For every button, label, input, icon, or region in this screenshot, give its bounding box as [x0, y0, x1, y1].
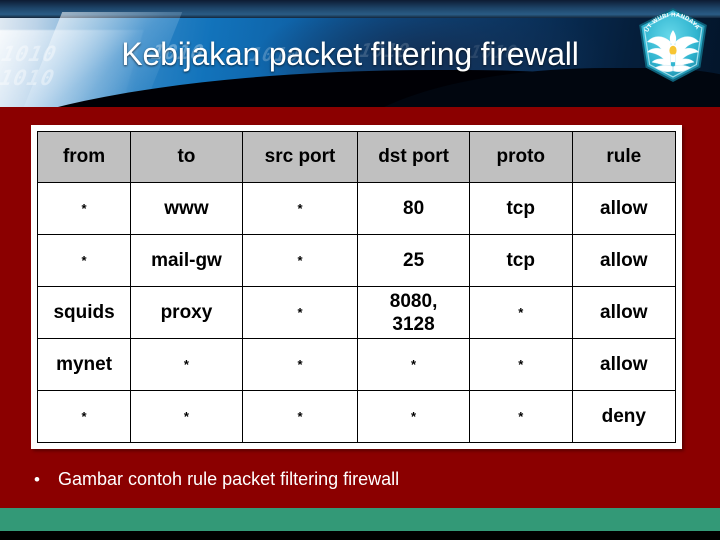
cell-rule: allow	[571, 234, 677, 287]
cell-from: *	[36, 182, 132, 235]
cell-src-port: *	[241, 234, 359, 287]
cell-proto: *	[468, 286, 573, 339]
table-row: mynet * * * * allow	[36, 338, 677, 391]
firewall-rules-table: from to src port dst port proto rule * w…	[36, 131, 677, 443]
table-header-row: from to src port dst port proto rule	[36, 131, 677, 183]
cell-dst-port: 80	[357, 182, 470, 235]
cell-src-port: *	[241, 390, 359, 443]
bullet-marker: •	[34, 470, 40, 489]
table-row: * mail-gw * 25 tcp allow	[36, 234, 677, 287]
column-header-to: to	[130, 131, 243, 183]
presentation-slide: 1010 1010 1010 1010 1010 1010 Kebijakan …	[0, 0, 720, 540]
cell-rule: allow	[571, 182, 677, 235]
column-header-proto: proto	[468, 131, 573, 183]
bullet-label: Gambar contoh rule packet filtering fire…	[58, 469, 400, 489]
table-row: * www * 80 tcp allow	[36, 182, 677, 235]
cell-dst-port: 8080, 3128	[357, 286, 470, 339]
cell-src-port: *	[241, 338, 359, 391]
cell-to: *	[130, 390, 243, 443]
cell-dst-port: *	[357, 390, 470, 443]
cell-proto: tcp	[468, 182, 573, 235]
cell-rule: allow	[571, 338, 677, 391]
column-header-from: from	[36, 131, 132, 183]
cell-to: proxy	[130, 286, 243, 339]
table-row: squids proxy * 8080, 3128 * allow	[36, 286, 677, 339]
cell-proto: tcp	[468, 234, 573, 287]
column-header-src-port: src port	[241, 131, 359, 183]
cell-from: *	[36, 390, 132, 443]
footer-black-bar	[0, 531, 720, 540]
bullet-list-item: • Gambar contoh rule packet filtering fir…	[34, 469, 674, 490]
cell-proto: *	[468, 390, 573, 443]
cell-src-port: *	[241, 182, 359, 235]
cell-dst-port: *	[357, 338, 470, 391]
cell-rule: allow	[571, 286, 677, 339]
cell-from: *	[36, 234, 132, 287]
slide-content-area: from to src port dst port proto rule * w…	[0, 107, 720, 508]
tut-wuri-handayani-logo-icon: TUT WURI HANDAYANI	[634, 6, 707, 82]
cell-to: www	[130, 182, 243, 235]
page-title: Kebijakan packet filtering firewall	[121, 36, 579, 72]
slide-banner: 1010 1010 1010 1010 1010 1010 Kebijakan …	[0, 0, 720, 108]
footer-green-bar	[0, 508, 720, 531]
cell-from: squids	[36, 286, 132, 339]
cell-to: mail-gw	[130, 234, 243, 287]
cell-to: *	[130, 338, 243, 391]
column-header-rule: rule	[571, 131, 677, 183]
cell-rule: deny	[571, 390, 677, 443]
firewall-rules-table-frame: from to src port dst port proto rule * w…	[31, 125, 682, 449]
cell-from: mynet	[36, 338, 132, 391]
cell-src-port: *	[241, 286, 359, 339]
cell-proto: *	[468, 338, 573, 391]
cell-dst-port: 25	[357, 234, 470, 287]
column-header-dst-port: dst port	[357, 131, 470, 183]
table-row: * * * * * deny	[36, 390, 677, 443]
